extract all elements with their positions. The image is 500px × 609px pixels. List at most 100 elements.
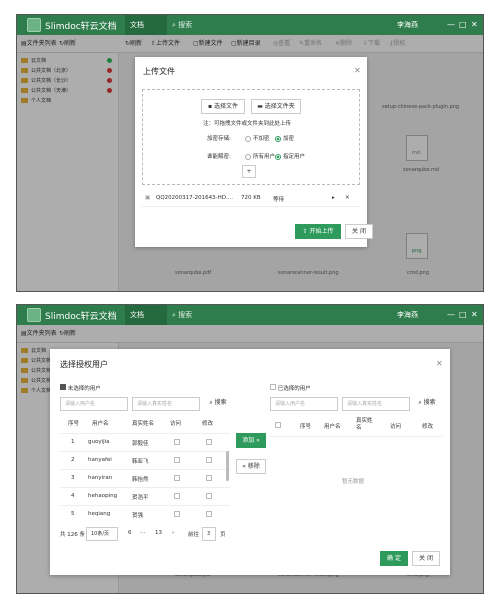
app-logo [27, 18, 41, 32]
app-window-upload: Slimdoc轩云文档 文档 ⌕ 搜索 李海燕 — □ ✕ ▤ 文件夹列表 ↻ … [16, 14, 484, 292]
scrollbar-thumb[interactable] [226, 451, 229, 481]
col-header: 真实姓名 [356, 418, 373, 431]
remove-icon[interactable]: ✕ [345, 195, 350, 201]
page-number-last[interactable]: 13 [155, 530, 162, 536]
col-header: 修改 [202, 421, 214, 427]
search-box[interactable]: ⌕ 搜索 [172, 305, 192, 325]
file-icon: ▪ [207, 103, 213, 110]
maximize-icon[interactable]: □ [459, 305, 467, 325]
realname-input[interactable]: 请输入真实姓名 [132, 397, 200, 411]
top-bar: Slimdoc轩云文档 文档 ⌕ 搜索 李海燕 — □ ✕ [17, 305, 483, 325]
col-header: 序号 [300, 424, 312, 430]
upload-file-status: 等待 [273, 197, 285, 203]
search-icon: ⌕ [172, 311, 176, 319]
close-button[interactable]: 关 闭 [412, 551, 440, 566]
close-icon[interactable]: ✕ [471, 305, 478, 325]
choose-file-button[interactable]: ▪ 选择文件 [201, 99, 245, 114]
table-row[interactable]: 4 hehaoping 贺浩平 [60, 487, 230, 505]
modify-checkbox[interactable] [206, 511, 212, 517]
decrypt-label: 谁能解密: [207, 154, 231, 160]
radio-no-encrypt[interactable]: 不加密 [245, 134, 270, 142]
search-box[interactable]: ⌕ 搜索 [172, 15, 192, 35]
radio-encrypt[interactable]: 加密 [275, 134, 294, 142]
remove-button[interactable]: « 移除 [236, 459, 266, 474]
selected-title: 已选择的用户 [270, 384, 311, 392]
modify-checkbox[interactable] [206, 493, 212, 499]
encrypt-label: 加密存储: [207, 136, 231, 142]
col-header: 序号 [68, 421, 80, 427]
add-button[interactable]: 添加 » [236, 433, 266, 448]
goto-page-input[interactable]: 3 [202, 527, 216, 541]
user-name[interactable]: 李海燕 [397, 15, 418, 35]
search-button[interactable]: ⌕ 搜索 [412, 397, 442, 411]
upload-dialog: 上传文件 ✕ ▪ 选择文件 ▬ 选择文件夹 注：可拖拽文件或文件夹到此处上传 加… [135, 57, 373, 247]
table-row[interactable]: 5 heqiang 贺强 [60, 505, 230, 523]
choose-folder-button[interactable]: ▬ 选择文件夹 [251, 99, 301, 114]
access-checkbox[interactable] [174, 457, 180, 463]
page-ellipsis[interactable]: ··· [140, 530, 145, 536]
upload-icon: ⇧ [302, 228, 308, 235]
total-count: 共 126 条 [60, 532, 85, 538]
next-page-icon[interactable]: › [172, 530, 174, 536]
username-input[interactable]: 请输入用户名 [270, 397, 338, 411]
close-button[interactable]: 关 闭 [345, 224, 373, 239]
grant-dialog: 选择授权用户 ✕ 未选择的用户 请输入用户名 请输入真实姓名 ⌕ 搜索 序号 用… [50, 349, 450, 575]
start-upload-button[interactable]: ⇧ 开始上传 [295, 224, 341, 239]
modify-checkbox[interactable] [206, 457, 212, 463]
folder-icon: ▬ [257, 103, 263, 110]
tab-documents[interactable]: 文档 [125, 15, 167, 35]
app-name: Slimdoc轩云文档 [45, 312, 117, 322]
close-icon[interactable]: ✕ [436, 359, 443, 368]
search-icon: ⌕ [209, 399, 213, 406]
app-logo [27, 308, 41, 322]
add-user-button[interactable]: + [242, 165, 256, 178]
selected-table-header: 序号 用户名 真实姓名 访问 修改 [270, 415, 442, 437]
dialog-title: 上传文件 [143, 67, 175, 76]
minimize-icon[interactable]: — [447, 15, 455, 35]
access-checkbox[interactable] [174, 439, 180, 445]
app-name: Slimdoc轩云文档 [45, 22, 117, 32]
col-header: 真实姓名 [132, 421, 155, 427]
access-checkbox[interactable] [174, 511, 180, 517]
unselected-table: 序号 用户名 真实姓名 访问 修改 1 guoyijia 郭毅佳 2 hanya… [60, 415, 230, 525]
file-icon: ▣ [145, 195, 151, 201]
username-input[interactable]: 请输入用户名 [60, 397, 128, 411]
access-checkbox[interactable] [174, 493, 180, 499]
minimize-icon[interactable]: — [447, 305, 455, 325]
play-icon[interactable]: ▸ [332, 195, 335, 201]
realname-input[interactable]: 请输入真实姓名 [342, 397, 410, 411]
user-name[interactable]: 李海燕 [397, 305, 418, 325]
col-header: 访问 [170, 421, 182, 427]
dialog-title: 选择授权用户 [60, 360, 108, 369]
col-header: 用户名 [92, 421, 109, 427]
access-checkbox[interactable] [174, 475, 180, 481]
radio-all-users[interactable]: 所有用户 [245, 152, 275, 160]
col-header: 访问 [390, 424, 402, 430]
drop-hint: 注：可拖拽文件或文件夹到此处上传 [203, 121, 292, 127]
select-all-checkbox[interactable] [275, 422, 281, 428]
table-row[interactable]: 3 hanyiran 韩怡然 [60, 469, 230, 487]
pagination: 共 126 条 10条/页 6 ··· 13 › 前往 3 页 [60, 527, 240, 541]
page-size-select[interactable]: 10条/页 [86, 527, 118, 541]
app-window-grant: Slimdoc轩云文档 文档 ⌕ 搜索 李海燕 — □ ✕ ▤ 文件夹列表 ↻ … [16, 304, 484, 594]
confirm-button[interactable]: 确 定 [380, 551, 408, 566]
page-number[interactable]: 6 [128, 530, 132, 536]
search-button[interactable]: ⌕ 搜索 [203, 397, 233, 411]
close-icon[interactable]: ✕ [471, 15, 478, 35]
table-row[interactable]: 1 guoyijia 郭毅佳 [60, 433, 230, 451]
upload-file-name: QQ20200317-201643-HD.... [156, 195, 233, 201]
radio-specified-users[interactable]: 指定用户 [275, 152, 305, 160]
modify-checkbox[interactable] [206, 439, 212, 445]
modify-checkbox[interactable] [206, 475, 212, 481]
table-row[interactable]: 2 hanyafei 韩亚飞 [60, 451, 230, 469]
close-icon[interactable]: ✕ [354, 66, 361, 75]
goto-unit: 页 [220, 532, 226, 538]
tab-documents[interactable]: 文档 [125, 305, 167, 325]
search-icon: ⌕ [418, 399, 422, 406]
maximize-icon[interactable]: □ [459, 15, 467, 35]
search-icon: ⌕ [172, 21, 176, 29]
col-header: 修改 [422, 424, 434, 430]
goto-label: 前往 [188, 532, 200, 538]
col-header: 用户名 [324, 424, 341, 430]
unselected-title: 未选择的用户 [60, 384, 101, 392]
